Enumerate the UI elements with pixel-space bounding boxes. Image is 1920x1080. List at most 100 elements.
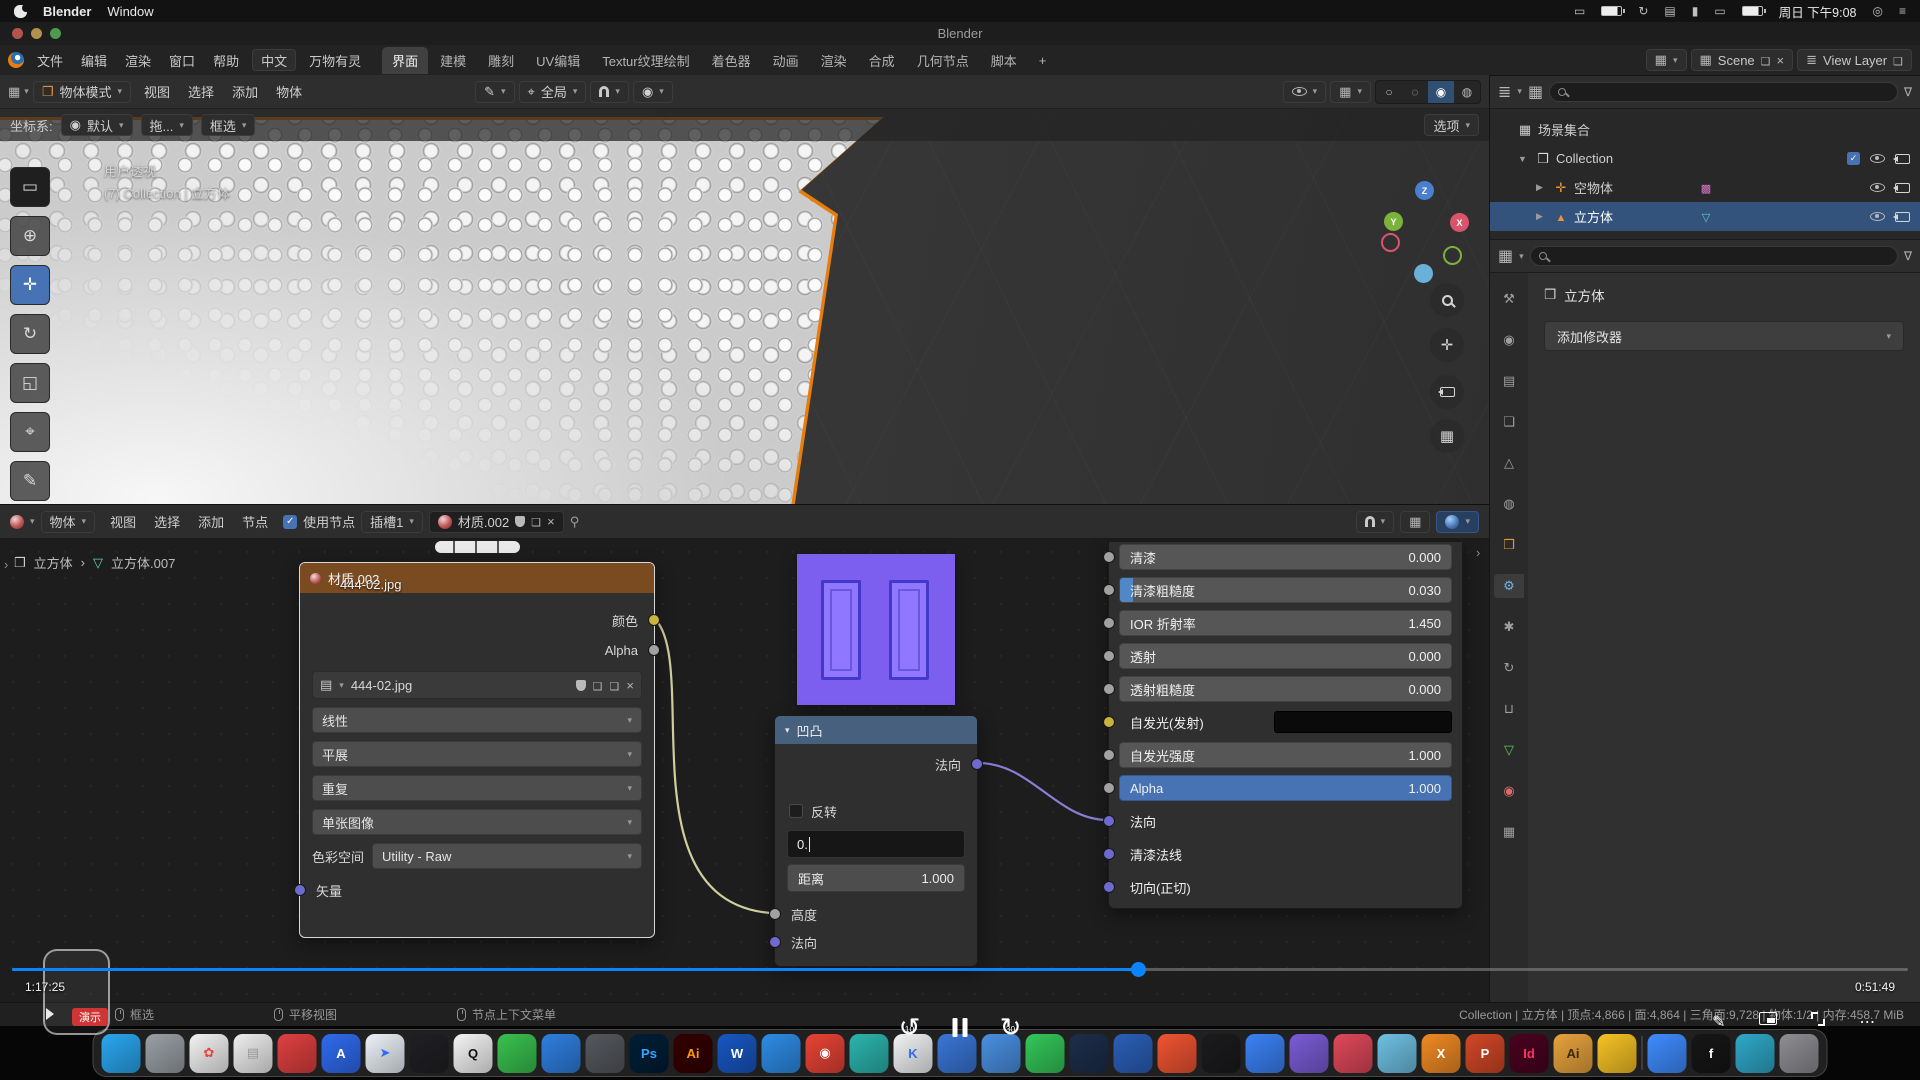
dock-launchpad[interactable]: [146, 1034, 185, 1073]
orientation-preset-selector[interactable]: ◉默认: [61, 114, 133, 136]
display-icon[interactable]: ▭: [1714, 4, 1725, 18]
annotate-tool[interactable]: ✎: [10, 461, 50, 501]
collapse-icon[interactable]: [785, 725, 790, 736]
dock-word[interactable]: W: [718, 1034, 757, 1073]
viewport-menu[interactable]: 选择: [179, 79, 223, 104]
dock-app-lightblue[interactable]: [1378, 1034, 1417, 1073]
new-view-layer-button[interactable]: [1893, 53, 1903, 68]
node-input-socket-row[interactable]: 高度: [775, 900, 977, 928]
rotate-tool[interactable]: ↻: [10, 314, 50, 354]
topbar-menu[interactable]: 编辑: [72, 48, 116, 73]
dock-trash[interactable]: [1780, 1034, 1819, 1073]
dock-video-app[interactable]: [278, 1034, 317, 1073]
scrub-widget[interactable]: [435, 541, 520, 553]
window-titlebar[interactable]: Blender: [0, 22, 1920, 45]
principled-bsdf-node[interactable]: 清漆0.000 清漆粗糙度0.030 IOR 折射率1.450: [1108, 541, 1463, 909]
material-preview-shading[interactable]: ◉: [1428, 81, 1454, 103]
dock-app-orange[interactable]: [1158, 1034, 1197, 1073]
dock-obs[interactable]: [1202, 1034, 1241, 1073]
render-visibility-icon[interactable]: [1895, 154, 1910, 164]
dock-app-blue-2[interactable]: [762, 1034, 801, 1073]
bump-node-header[interactable]: 凹凸: [775, 716, 977, 744]
output-socket[interactable]: [971, 758, 983, 770]
dock-app-blue-6[interactable]: [1648, 1034, 1687, 1073]
tab-object-data[interactable]: ▽: [1494, 738, 1524, 762]
pack-image-button[interactable]: [610, 678, 620, 693]
material-datablock[interactable]: 材质.002: [429, 511, 564, 533]
dock-chrome[interactable]: ◉: [806, 1034, 845, 1073]
dock-folder[interactable]: [1598, 1034, 1637, 1073]
workspace-tab[interactable]: 建模: [430, 47, 476, 74]
dock-app-red[interactable]: [1334, 1034, 1373, 1073]
workspace-tab[interactable]: Textur纹理绘制: [592, 47, 699, 74]
dock-app-green[interactable]: [1026, 1034, 1065, 1073]
fake-user-shield-icon[interactable]: [576, 680, 586, 691]
material-slot-selector[interactable]: 插槽1: [361, 511, 423, 533]
disclosure-arrow-icon[interactable]: ▶: [1536, 182, 1548, 193]
input-source-icon[interactable]: ▤: [1664, 4, 1675, 18]
render-visibility-icon[interactable]: [1895, 183, 1910, 193]
bsdf-input-row[interactable]: 清漆0.000: [1119, 544, 1452, 570]
editor-type-icon[interactable]: [10, 515, 24, 529]
shader-menu[interactable]: 添加: [189, 509, 233, 534]
use-nodes-checkbox[interactable]: ✓: [283, 515, 297, 529]
dock-app-gray[interactable]: [586, 1034, 625, 1073]
strength-value-field[interactable]: 0.: [787, 830, 965, 858]
fake-user-shield-icon[interactable]: [515, 516, 525, 527]
bsdf-input-row[interactable]: Alpha1.000: [1119, 775, 1452, 801]
tab-texture[interactable]: ▦: [1494, 820, 1524, 844]
tab-modifiers[interactable]: ⚙: [1494, 574, 1524, 598]
ortho-grid-icon[interactable]: ▦: [1430, 419, 1464, 453]
input-socket[interactable]: [1103, 716, 1115, 728]
collection-checkbox[interactable]: ✓: [1847, 152, 1860, 165]
sidebar-toggle-icon[interactable]: ›: [1476, 545, 1480, 560]
workspace-tab[interactable]: 界面: [382, 47, 428, 74]
filter-icon[interactable]: [1904, 247, 1912, 265]
shader-editor[interactable]: 物体 视图选择添加节点 ✓ 使用节点 插槽1 材质.002 ⚲ › ›: [0, 504, 1489, 1002]
player-progress-track[interactable]: [12, 968, 1908, 971]
editor-type-icon[interactable]: [1498, 246, 1513, 266]
snapping-button[interactable]: [590, 81, 629, 103]
input-socket[interactable]: [1103, 551, 1115, 563]
axis-z-neg[interactable]: [1414, 264, 1433, 283]
colorspace-dropdown[interactable]: Utility - Raw: [372, 843, 642, 869]
zoom-icon[interactable]: [1430, 283, 1464, 317]
pause-button[interactable]: [953, 1018, 968, 1037]
dock-app-teal-2[interactable]: [1736, 1034, 1775, 1073]
speaker-icon[interactable]: [46, 1008, 60, 1020]
player-progress-knob[interactable]: [1131, 962, 1146, 977]
tab-output[interactable]: ▤: [1494, 369, 1524, 393]
workspace-tab[interactable]: 脚本: [981, 47, 1027, 74]
disclosure-arrow-icon[interactable]: ▼: [1518, 154, 1530, 164]
distance-slider[interactable]: 距离 1.000: [787, 864, 965, 892]
viewport-canvas[interactable]: 用户透视 (7) Collection | 立方体: [0, 109, 1489, 504]
dock-app-store[interactable]: A: [322, 1034, 361, 1073]
camera-view-icon[interactable]: [1430, 375, 1464, 409]
topbar-menu[interactable]: 帮助: [204, 48, 248, 73]
duplicate-image-button[interactable]: [593, 678, 603, 693]
input-socket[interactable]: [1103, 881, 1115, 893]
input-socket[interactable]: [1103, 584, 1115, 596]
mode-selector[interactable]: ❒物体模式: [33, 81, 131, 103]
node-dropdown[interactable]: 重复: [312, 775, 642, 801]
dock-photoshop[interactable]: Ps: [630, 1034, 669, 1073]
notification-icon[interactable]: ▮: [1692, 4, 1699, 18]
dock-app-teal[interactable]: [850, 1034, 889, 1073]
tab-tool[interactable]: ⚒: [1494, 287, 1524, 311]
snapping-button[interactable]: [1356, 511, 1395, 533]
axis-y[interactable]: Y: [1384, 212, 1403, 231]
dock-app-navy[interactable]: [1070, 1034, 1109, 1073]
fullscreen-icon[interactable]: [1811, 1012, 1825, 1026]
input-socket[interactable]: [294, 884, 306, 896]
cursor-tool[interactable]: ⊕: [10, 216, 50, 256]
skip-back-button[interactable]: ↺10: [893, 1010, 927, 1044]
shader-menu[interactable]: 选择: [145, 509, 189, 534]
input-socket[interactable]: [1103, 782, 1115, 794]
addon-menu[interactable]: 万物有灵: [300, 48, 370, 73]
input-socket[interactable]: [769, 908, 781, 920]
blender-logo-icon[interactable]: [8, 52, 24, 68]
node-input-socket-row[interactable]: 矢量: [300, 875, 654, 905]
editor-type-icon[interactable]: [8, 84, 20, 100]
dock-illustrator[interactable]: Ai: [674, 1034, 713, 1073]
node-input-socket-row[interactable]: 法向: [775, 928, 977, 956]
